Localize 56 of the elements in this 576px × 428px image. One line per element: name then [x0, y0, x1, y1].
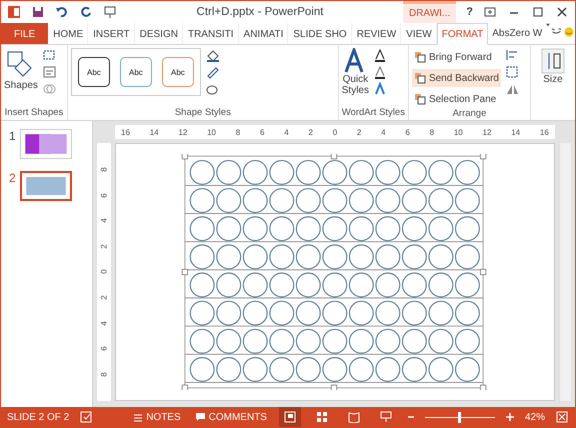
spelling-check-icon[interactable]	[79, 410, 94, 424]
notes-button[interactable]: NOTES	[131, 412, 183, 422]
shapes-button[interactable]: Shapes	[4, 48, 38, 91]
shape-style-option[interactable]: Abc	[162, 57, 194, 87]
help-button[interactable]: ?	[466, 6, 473, 18]
redo-icon[interactable]	[79, 5, 93, 19]
group-label: Arrange	[452, 108, 488, 120]
group-label: WordArt Styles	[342, 107, 405, 120]
layer-order-icon[interactable]	[414, 72, 426, 84]
arrange-command[interactable]: Selection Pane	[412, 90, 501, 108]
context-tab-label: DRAWI...	[402, 1, 456, 23]
comments-button[interactable]: COMMENTS	[192, 412, 269, 422]
slide-counter: SLIDE 2 OF 2	[7, 412, 70, 422]
caret-icon[interactable]	[546, 23, 550, 27]
presentation-icon[interactable]	[380, 411, 392, 423]
size-icon[interactable]	[541, 48, 565, 74]
horizontal-ruler: 16 14 12 10 8 6 4 2 0 2 4 6 8 10 12 14 16	[115, 125, 555, 139]
normal-view-button[interactable]	[278, 407, 301, 427]
zoom-in-icon[interactable]	[504, 410, 515, 424]
shape-style-option[interactable]: Abc	[78, 57, 110, 87]
ribbon-tab[interactable]: DESIGN	[134, 23, 183, 44]
group-label: Shape Styles	[174, 107, 232, 120]
app-logo-icon[interactable]	[7, 5, 21, 19]
layer-order-icon[interactable]	[414, 93, 426, 105]
ribbon-tab[interactable]: ANIMATI	[238, 23, 288, 44]
slide-thumbnail[interactable]	[20, 129, 72, 159]
ribbon-tab[interactable]: FILE	[1, 23, 48, 44]
window-title: Ctrl+D.pptx - PowerPoint	[196, 6, 324, 18]
undo-icon[interactable]	[55, 5, 69, 19]
slide-thumbnail[interactable]	[20, 171, 72, 201]
grid-icon[interactable]	[316, 411, 328, 423]
size-button[interactable]: Size	[541, 48, 565, 85]
notes-icon[interactable]	[133, 412, 144, 422]
save-icon[interactable]	[31, 5, 45, 19]
zoom-slider-thumb[interactable]	[458, 412, 462, 422]
slide-number: 1	[9, 129, 16, 143]
close-icon[interactable]	[555, 5, 569, 19]
slide-number: 2	[9, 171, 16, 185]
arrange-command[interactable]: Bring Forward	[412, 48, 501, 66]
shape-style-option[interactable]: Abc	[120, 57, 152, 87]
presentation-icon[interactable]	[103, 5, 117, 19]
maximize-icon[interactable]	[531, 5, 545, 19]
ribbon-display-icon[interactable]	[483, 5, 497, 19]
quick-styles-button[interactable]: Quick Styles	[342, 48, 369, 96]
group-label: Insert Shapes	[4, 107, 64, 120]
layer-order-icon[interactable]	[414, 51, 426, 63]
vertical-ruler: 8 6 4 2 0 2 4 6 8	[97, 143, 111, 401]
ribbon-tab[interactable]: REVIEW	[352, 23, 402, 44]
ribbon-tab[interactable]: FORMAT	[436, 23, 488, 45]
book-icon[interactable]	[348, 411, 360, 423]
fit-slide-icon[interactable]	[555, 410, 569, 424]
arrange-command[interactable]: Send Backward	[412, 69, 501, 87]
user-name[interactable]: AbsZero W	[488, 23, 546, 44]
zoom-percent[interactable]: 42%	[524, 412, 545, 422]
normal-view-icon[interactable]	[284, 411, 296, 423]
comment-icon[interactable]	[194, 412, 206, 422]
